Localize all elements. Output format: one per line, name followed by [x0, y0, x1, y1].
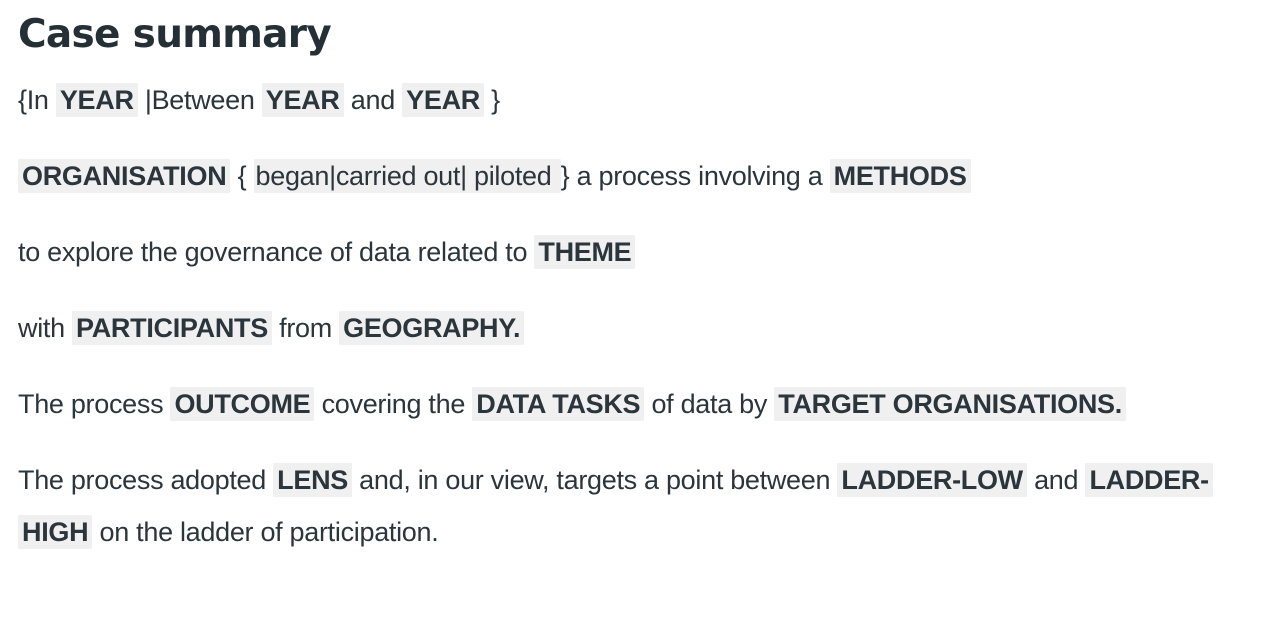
outcome-clause-text-c: of data by: [644, 389, 775, 419]
case-summary-body: {In YEAR |Between YEAR and YEAR } ORGANI…: [18, 74, 1260, 558]
outcome-clause-text-a: The process: [18, 389, 171, 419]
lens-clause-text-a: The process adopted: [18, 465, 274, 495]
year-clause-conjunction: and: [343, 85, 403, 115]
slot-methods: METHODS: [829, 159, 971, 193]
year-clause-open-brace: {In: [18, 85, 56, 115]
slot-data-tasks: DATA TASKS: [472, 387, 645, 421]
lens-clause-text-d: on the ladder of participation.: [92, 517, 439, 547]
slot-theme: THEME: [534, 235, 636, 269]
summary-paragraph-lens: The process adopted LENS and, in our vie…: [18, 454, 1260, 558]
participants-clause-text-b: from: [271, 313, 340, 343]
organisation-clause-text: a process involving a: [576, 161, 830, 191]
outcome-clause-text-b: covering the: [314, 389, 473, 419]
summary-paragraph-participants: with PARTICIPANTS from GEOGRAPHY.: [18, 302, 1260, 354]
slot-target-organisations: TARGET ORGANISATIONS.: [774, 387, 1126, 421]
case-summary-page: Case summary {In YEAR |Between YEAR and …: [0, 0, 1278, 558]
verb-choice-close-brace: }: [560, 161, 577, 191]
summary-paragraph-theme: to explore the governance of data relate…: [18, 226, 1260, 278]
slot-year-2: YEAR: [261, 83, 344, 117]
summary-paragraph-year: {In YEAR |Between YEAR and YEAR }: [18, 74, 1260, 126]
slot-lens: LENS: [273, 463, 352, 497]
slot-year-1: YEAR: [55, 83, 138, 117]
theme-clause-text: to explore the governance of data relate…: [18, 237, 535, 267]
slot-year-3: YEAR: [402, 83, 484, 117]
slot-organisation: ORGANISATION: [18, 159, 231, 193]
choice-process-verbs: began|carried out| piloted: [253, 159, 561, 193]
page-title: Case summary: [18, 12, 332, 57]
verb-choice-open-brace: {: [230, 161, 254, 191]
lens-clause-text-c: and: [1026, 465, 1086, 495]
summary-paragraph-outcome: The process OUTCOME covering the DATA TA…: [18, 378, 1260, 430]
slot-participants: PARTICIPANTS: [72, 311, 272, 345]
year-clause-close-brace: }: [483, 85, 500, 115]
year-clause-separator: |Between: [137, 85, 262, 115]
slot-outcome: OUTCOME: [170, 387, 315, 421]
slot-ladder-low: LADDER-LOW: [837, 463, 1027, 497]
lens-clause-text-b: and, in our view, targets a point betwee…: [351, 465, 838, 495]
slot-geography: GEOGRAPHY.: [339, 311, 525, 345]
summary-paragraph-organisation: ORGANISATION { began|carried out| pilote…: [18, 150, 1260, 202]
participants-clause-text-a: with: [18, 313, 73, 343]
